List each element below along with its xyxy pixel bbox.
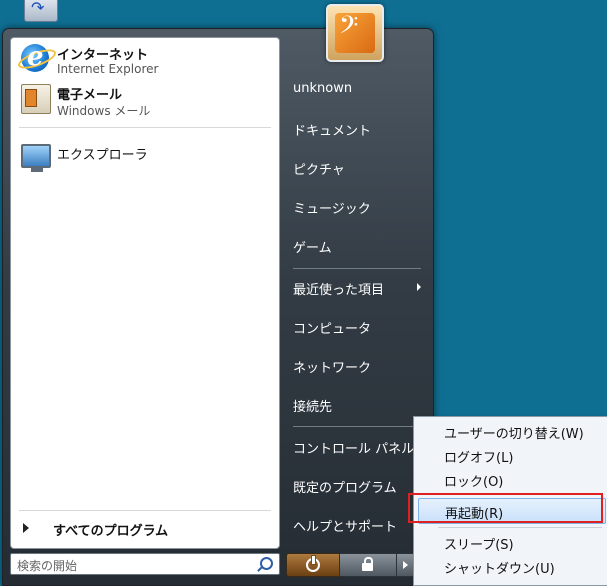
menu-item-label: ロック(O) — [444, 475, 504, 490]
right-item-label: 最近使った項目 — [293, 283, 385, 298]
right-item-label: unknown — [293, 81, 353, 96]
left-pane-separator — [19, 510, 271, 511]
pinned-item-title: 電子メール — [57, 88, 123, 103]
submenu-arrow-icon — [417, 283, 421, 291]
internet-explorer-icon — [21, 42, 49, 72]
right-item-label: コントロール パネル — [293, 442, 415, 457]
right-item-pictures[interactable]: ピクチャ — [285, 151, 423, 183]
power-button[interactable] — [286, 553, 340, 577]
search-input[interactable]: 検索の開始 — [10, 553, 280, 575]
right-item-music[interactable]: ミュージック — [285, 190, 423, 222]
right-item-network[interactable]: ネットワーク — [285, 349, 423, 381]
right-item-documents[interactable]: ドキュメント — [285, 112, 423, 144]
menu-item-label: ログオフ(L) — [444, 451, 514, 466]
desktop-shortcut-icon[interactable] — [24, 0, 58, 22]
right-item-recent-items[interactable]: 最近使った項目 — [285, 271, 423, 303]
pinned-item-subtitle: Windows メール — [57, 104, 151, 118]
right-item-label: ミュージック — [293, 202, 371, 217]
menu-item-lock[interactable]: ロック(O) — [418, 467, 604, 491]
right-pane-separator — [293, 268, 421, 269]
pinned-item-email[interactable]: 電子メール Windows メール — [17, 80, 267, 120]
pinned-item-subtitle: Internet Explorer — [57, 62, 159, 76]
right-item-label: 接続先 — [293, 400, 333, 415]
right-item-help-support[interactable]: ヘルプとサポート — [285, 508, 423, 540]
right-item-user[interactable]: unknown — [285, 73, 423, 105]
right-item-label: ネットワーク — [293, 361, 372, 376]
right-item-control-panel[interactable]: コントロール パネル — [285, 430, 423, 462]
explorer-monitor-icon — [21, 144, 51, 172]
right-pane-separator — [293, 426, 421, 427]
menu-item-label: ユーザーの切り替え(W) — [444, 427, 584, 442]
search-icon[interactable] — [260, 557, 273, 570]
menu-item-label: スリープ(S) — [444, 538, 514, 553]
menu-separator — [438, 527, 602, 528]
right-item-label: コンピュータ — [293, 322, 372, 337]
pinned-item-title: インターネット — [57, 48, 149, 63]
menu-item-log-off[interactable]: ログオフ(L) — [418, 443, 604, 467]
right-item-label: 既定のプログラム — [293, 481, 397, 496]
user-picture[interactable] — [326, 4, 384, 62]
all-programs-button[interactable]: すべてのプログラム — [17, 516, 267, 542]
highlight-box — [408, 493, 603, 523]
right-item-default-programs[interactable]: 既定のプログラム — [285, 469, 423, 501]
power-bar — [286, 553, 416, 577]
right-item-label: ピクチャ — [293, 163, 345, 178]
menu-item-shut-down[interactable]: シャットダウン(U) — [418, 554, 604, 578]
pinned-item-internet[interactable]: インターネット Internet Explorer — [17, 40, 267, 80]
search-placeholder: 検索の開始 — [17, 559, 78, 573]
recent-item-title: エクスプローラ — [57, 148, 148, 163]
lock-button[interactable] — [339, 553, 397, 577]
right-item-connect-to[interactable]: 接続先 — [285, 388, 423, 420]
right-item-games[interactable]: ゲーム — [285, 229, 423, 261]
right-item-label: ヘルプとサポート — [293, 520, 398, 535]
power-icon — [306, 555, 320, 572]
start-menu: インターネット Internet Explorer 電子メール Windows … — [2, 28, 434, 586]
menu-item-sleep[interactable]: スリープ(S) — [418, 530, 604, 554]
right-item-label: ドキュメント — [293, 124, 372, 139]
recent-item-explorer[interactable]: エクスプローラ — [17, 136, 267, 172]
left-pane-separator — [19, 127, 271, 128]
menu-item-switch-user[interactable]: ユーザーの切り替え(W) — [418, 419, 604, 443]
start-menu-left-pane: インターネット Internet Explorer 電子メール Windows … — [10, 37, 280, 549]
arrow-right-icon — [23, 523, 29, 533]
all-programs-label: すべてのプログラム — [53, 524, 169, 539]
arrow-right-icon — [403, 561, 408, 569]
right-item-computer[interactable]: コンピュータ — [285, 310, 423, 342]
lock-icon — [362, 557, 373, 571]
bass-clef-icon — [335, 11, 375, 53]
right-item-label: ゲーム — [293, 241, 332, 256]
menu-item-label: シャットダウン(U) — [444, 562, 555, 577]
windows-mail-icon — [21, 84, 51, 114]
